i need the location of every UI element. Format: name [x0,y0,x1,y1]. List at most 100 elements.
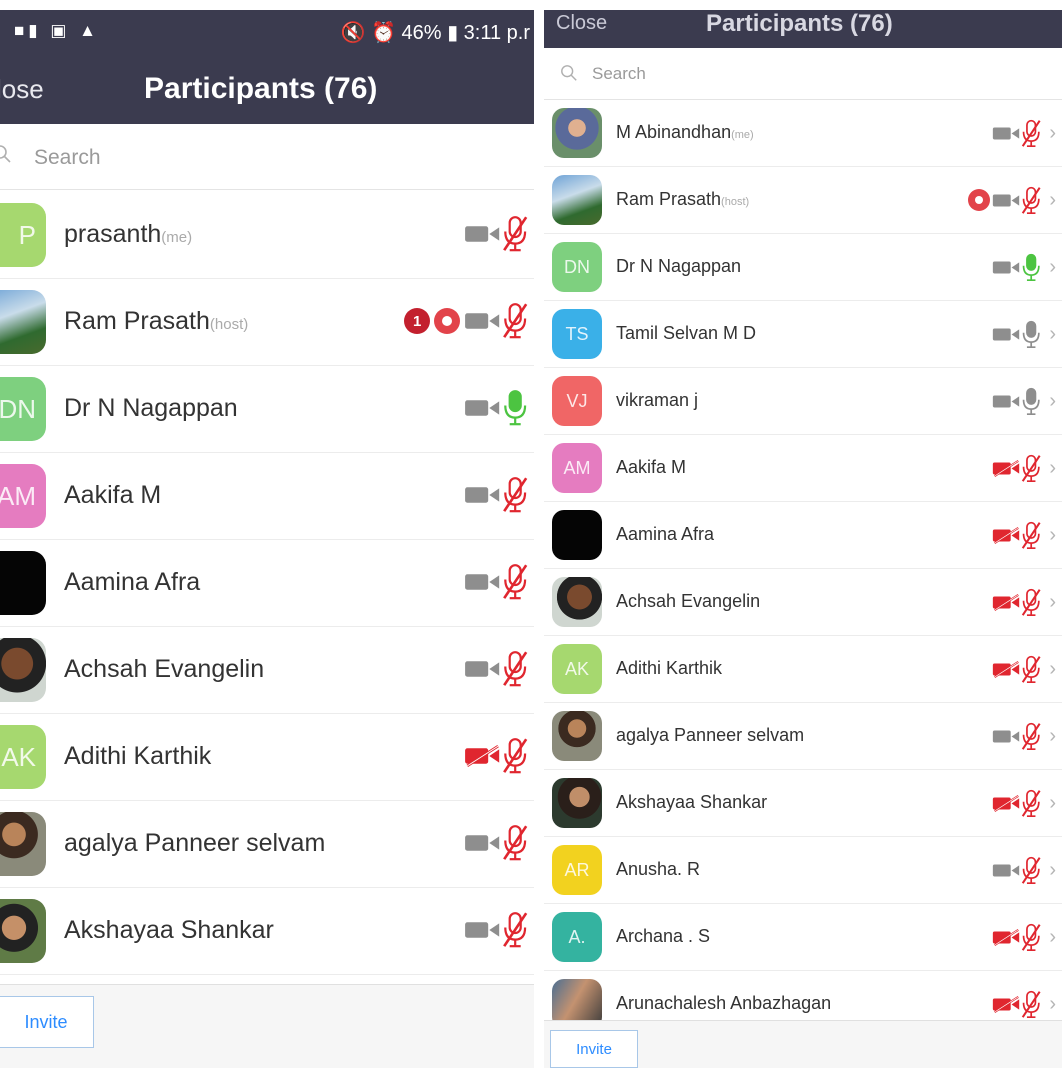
participant-list: M Abinandhan(me) › Ram Prasath(host) › DN Dr … [544,100,1062,1038]
participant-name-text: prasanth [64,220,162,248]
chevron-right-icon[interactable]: › [1049,859,1056,882]
microphone-muted-icon[interactable] [1021,789,1041,818]
chevron-right-icon[interactable]: › [1049,457,1056,480]
participant-row[interactable]: AK Adithi Karthik [0,714,534,801]
microphone-icon[interactable] [1021,253,1041,282]
participant-row[interactable]: agalya Panneer selvam [0,801,534,888]
video-camera-icon[interactable] [992,728,1021,745]
participant-name: Aakifa M [64,481,161,510]
participant-row[interactable]: AK Adithi Karthik › [544,636,1062,703]
video-camera-icon[interactable] [992,393,1021,410]
microphone-muted-icon[interactable] [1021,655,1041,684]
video-off-icon[interactable] [464,745,501,767]
microphone-muted-icon[interactable] [502,737,528,774]
participant-row[interactable]: AM Aakifa M › [544,435,1062,502]
microphone-muted-icon[interactable] [502,302,528,339]
video-camera-icon[interactable] [464,484,501,506]
participant-name: Achsah Evangelin [616,591,760,612]
microphone-muted-icon[interactable] [502,650,528,687]
participant-row[interactable]: Ram Prasath(host) 1 [0,279,534,366]
video-camera-icon[interactable] [992,192,1021,209]
microphone-icon[interactable] [1021,320,1041,349]
video-camera-icon[interactable] [992,862,1021,879]
video-camera-icon[interactable] [464,571,501,593]
participant-row[interactable]: TS Tamil Selvan M D › [544,301,1062,368]
microphone-muted-icon[interactable] [1021,990,1041,1019]
avatar [0,551,46,615]
invite-button[interactable]: Invite [550,1030,638,1068]
video-camera-icon[interactable] [464,397,501,419]
participant-row[interactable]: A. Archana . S › [544,904,1062,971]
microphone-muted-icon[interactable] [1021,722,1041,751]
chevron-right-icon[interactable]: › [1049,993,1056,1016]
microphone-muted-icon[interactable] [1021,119,1041,148]
chevron-right-icon[interactable]: › [1049,524,1056,547]
video-off-icon[interactable] [992,660,1021,678]
participant-row[interactable]: AM Aakifa M [0,453,534,540]
participant-row[interactable]: DN Dr N Nagappan › [544,234,1062,301]
microphone-muted-icon[interactable] [1021,521,1041,550]
participant-row[interactable]: Aamina Afra › [544,502,1062,569]
participant-row[interactable]: agalya Panneer selvam › [544,703,1062,770]
close-button[interactable]: lose [0,74,44,105]
video-camera-icon[interactable] [464,919,501,941]
participant-row[interactable]: Pprasanth(me) [0,192,534,279]
participant-row[interactable]: Akshayaa Shankar › [544,770,1062,837]
microphone-muted-icon[interactable] [502,476,528,513]
participant-name: Archana . S [616,926,710,947]
participant-row[interactable]: Ram Prasath(host) › [544,167,1062,234]
microphone-muted-icon[interactable] [502,824,528,861]
microphone-icon[interactable] [1021,387,1041,416]
chevron-right-icon[interactable]: › [1049,323,1056,346]
close-button[interactable]: Close [556,12,607,35]
participant-row[interactable]: DN Dr N Nagappan [0,366,534,453]
participant-controls [464,736,528,776]
video-camera-icon[interactable] [992,326,1021,343]
search-input[interactable]: Search [34,146,101,170]
chevron-right-icon[interactable]: › [1049,658,1056,681]
invite-button[interactable]: Invite [0,996,94,1048]
search-input[interactable]: Search [592,64,646,84]
chevron-right-icon[interactable]: › [1049,122,1056,145]
participant-row[interactable]: Akshayaa Shankar [0,888,534,975]
chevron-right-icon[interactable]: › [1049,792,1056,815]
chevron-right-icon[interactable]: › [1049,591,1056,614]
participant-row[interactable]: Aamina Afra [0,540,534,627]
video-off-icon[interactable] [992,928,1021,946]
microphone-muted-icon[interactable] [1021,856,1041,885]
microphone-muted-icon[interactable] [1021,923,1041,952]
participant-row[interactable]: AR Anusha. R › [544,837,1062,904]
microphone-muted-icon[interactable] [502,215,528,252]
video-off-icon[interactable] [992,526,1021,544]
avatar [0,899,46,963]
video-camera-icon[interactable] [464,223,501,245]
participant-row[interactable]: M Abinandhan(me) › [544,100,1062,167]
video-camera-icon[interactable] [992,259,1021,276]
search-bar[interactable]: Search [0,124,534,190]
microphone-muted-icon[interactable] [502,911,528,948]
microphone-muted-icon[interactable] [1021,588,1041,617]
chevron-right-icon[interactable]: › [1049,256,1056,279]
video-off-icon[interactable] [992,794,1021,812]
chevron-right-icon[interactable]: › [1049,725,1056,748]
participant-controls [464,910,528,950]
participant-row[interactable]: Achsah Evangelin [0,627,534,714]
microphone-icon[interactable] [502,389,528,426]
video-off-icon[interactable] [992,593,1021,611]
video-camera-icon[interactable] [992,125,1021,142]
participant-row[interactable]: VJ vikraman j › [544,368,1062,435]
chevron-right-icon[interactable]: › [1049,189,1056,212]
microphone-muted-icon[interactable] [1021,186,1041,215]
video-camera-icon[interactable] [464,658,501,680]
participant-name: vikraman j [616,390,698,411]
chevron-right-icon[interactable]: › [1049,390,1056,413]
microphone-muted-icon[interactable] [502,563,528,600]
search-bar[interactable]: Search [544,48,1062,100]
participant-row[interactable]: Achsah Evangelin › [544,569,1062,636]
microphone-muted-icon[interactable] [1021,454,1041,483]
video-camera-icon[interactable] [464,310,501,332]
video-camera-icon[interactable] [464,832,501,854]
chevron-right-icon[interactable]: › [1049,926,1056,949]
video-off-icon[interactable] [992,459,1021,477]
video-off-icon[interactable] [992,995,1021,1013]
